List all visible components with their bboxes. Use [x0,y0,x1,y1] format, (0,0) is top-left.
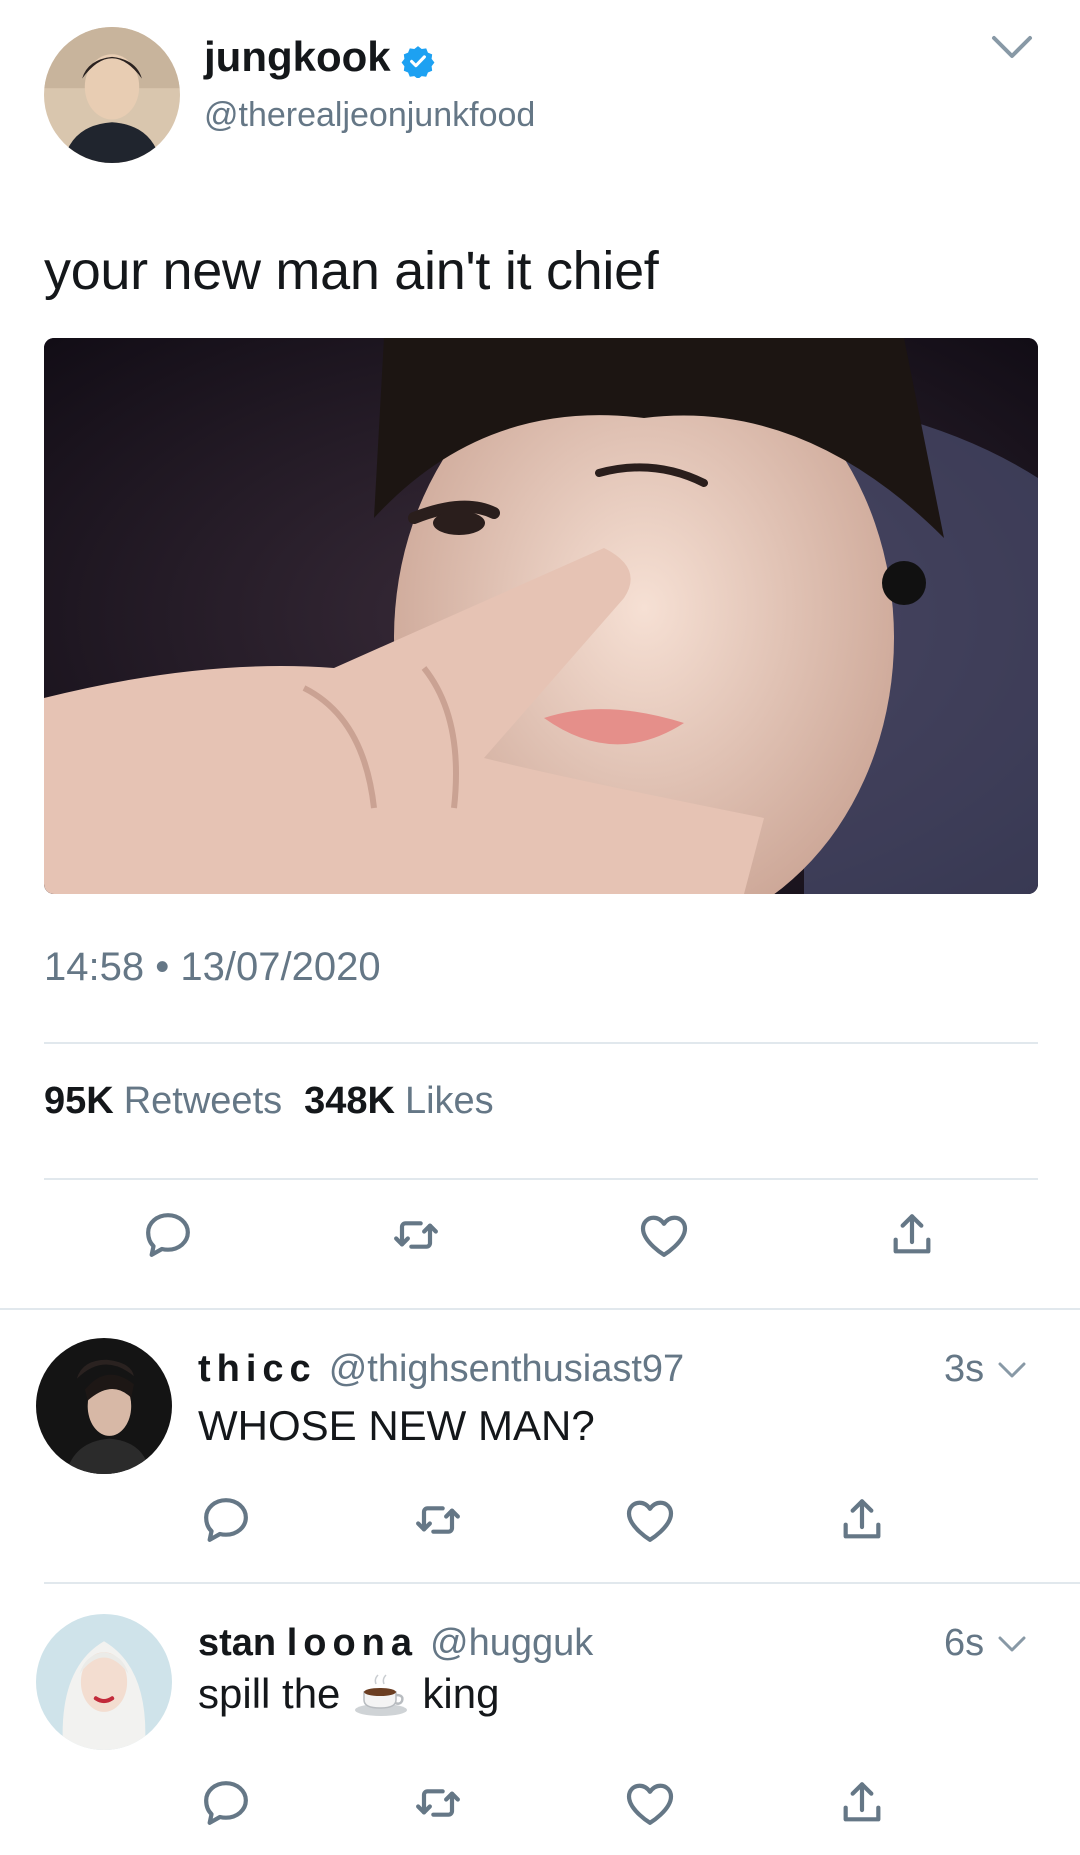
reply-text-before: spill the [198,1670,341,1717]
retweets-label: Retweets [123,1080,283,1122]
reply-author-handle[interactable]: @thighsenthusiast97 [329,1348,684,1391]
tweet-time: 14:58 [44,945,145,989]
timestamp-separator: • [155,945,170,989]
coffee-emoji-icon [352,1670,410,1718]
share-icon[interactable] [834,1492,890,1548]
retweet-icon[interactable] [410,1775,466,1831]
chevron-down-icon[interactable] [994,1631,1030,1657]
divider [44,1042,1038,1044]
reply-icon[interactable] [198,1775,254,1831]
tweet-text: your new man ain't it chief [44,241,659,301]
reply-author-handle[interactable]: @hugguk [430,1622,593,1665]
reply-icon[interactable] [198,1492,254,1548]
reply-author-name-part1: stan [198,1622,277,1664]
reply-author-name[interactable]: stan loona [198,1622,418,1665]
reply-meta: 3s [944,1348,1030,1391]
tweet-timestamp: 14:58 • 13/07/2020 [44,945,381,990]
likes-stat[interactable]: 348K Likes [304,1080,494,1123]
reply-header: stan loona @hugguk [198,1622,593,1665]
retweet-icon[interactable] [410,1492,466,1548]
retweets-count: 95K [44,1080,114,1122]
divider [0,1308,1080,1310]
author-avatar[interactable] [44,27,180,163]
author-name[interactable]: jungkook [204,33,435,81]
reply-avatar[interactable] [36,1338,172,1474]
likes-count: 348K [304,1080,395,1122]
reply-time: 3s [944,1348,985,1390]
likes-label: Likes [404,1080,494,1122]
reply-text-after: king [422,1670,500,1717]
reply-author-name-part2: loona [286,1622,419,1664]
reply-author-name[interactable]: thicc [198,1348,317,1391]
tweet-photo[interactable] [44,338,1038,894]
author-name-text: jungkook [204,33,391,80]
chevron-down-icon[interactable] [994,1357,1030,1383]
like-icon[interactable] [622,1492,678,1548]
like-icon[interactable] [636,1207,692,1263]
retweet-icon[interactable] [388,1207,444,1263]
reply-meta: 6s [944,1622,1030,1665]
reply-icon[interactable] [140,1207,196,1263]
share-icon[interactable] [884,1207,940,1263]
like-icon[interactable] [622,1775,678,1831]
reply-text: WHOSE NEW MAN? [198,1402,595,1449]
reply-text: spill the king [198,1670,499,1718]
chevron-down-icon[interactable] [988,30,1036,66]
share-icon[interactable] [834,1775,890,1831]
divider [44,1178,1038,1180]
reply-avatar[interactable] [36,1614,172,1750]
author-handle[interactable]: @therealjeonjunkfood [204,96,535,135]
retweets-stat[interactable]: 95K Retweets [44,1080,282,1123]
reply-time: 6s [944,1622,985,1664]
divider [44,1582,1080,1584]
tweet-date: 13/07/2020 [180,945,381,989]
tweet-stats: 95K Retweets 348K Likes [44,1080,494,1123]
verified-badge-icon [401,40,435,79]
reply-header: thicc @thighsenthusiast97 [198,1348,684,1391]
